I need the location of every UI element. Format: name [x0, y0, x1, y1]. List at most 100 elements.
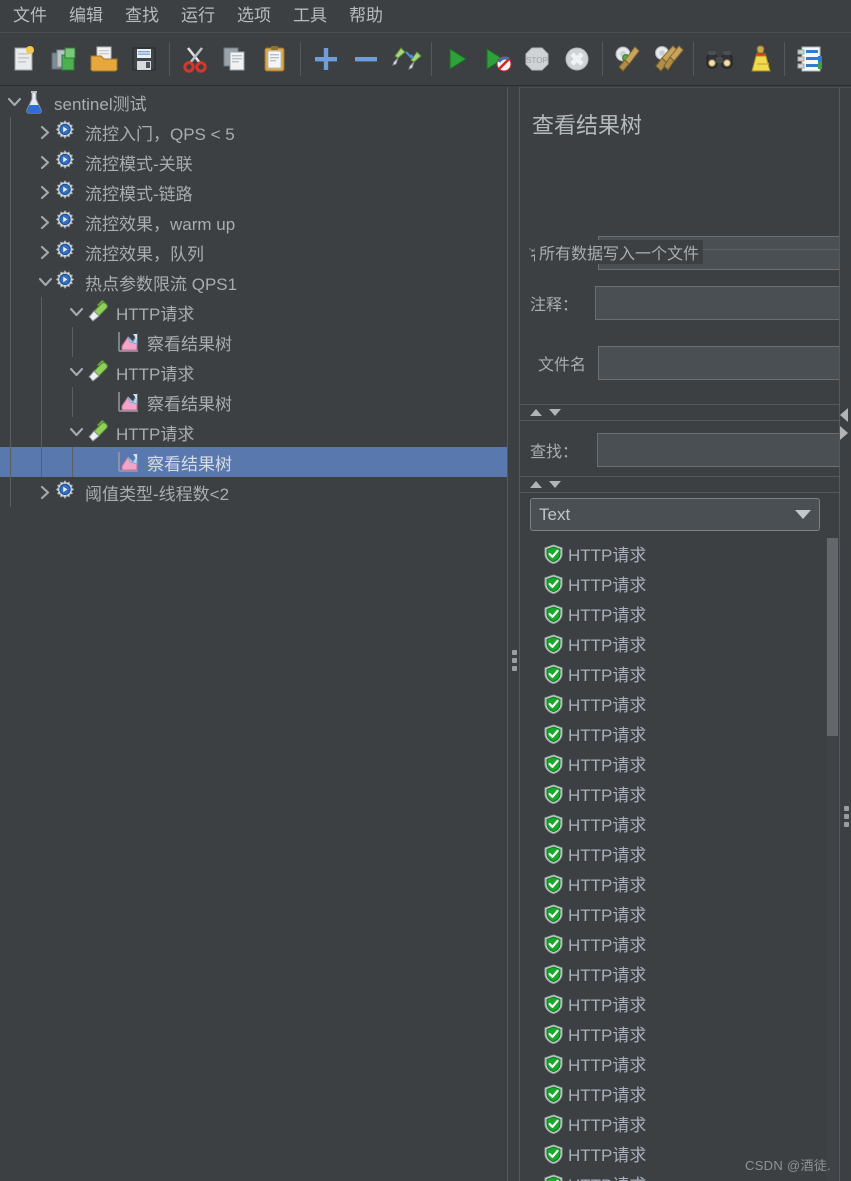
tree-node[interactable]: 察看结果树 [0, 447, 507, 477]
pane-collapse-arrows[interactable] [839, 404, 851, 440]
new-file-button[interactable] [4, 37, 44, 81]
chevron-down-icon[interactable] [66, 297, 84, 327]
svg-text:STOP: STOP [526, 56, 548, 65]
scrollbar-thumb[interactable] [827, 538, 838, 736]
tree-node[interactable]: HTTP请求 [0, 297, 507, 327]
function-helper-button[interactable] [790, 37, 830, 81]
list-item[interactable]: HTTP请求 [520, 718, 825, 748]
open-folder-button[interactable] [84, 37, 124, 81]
list-item[interactable]: HTTP请求 [520, 898, 825, 928]
search-binoculars-button[interactable] [699, 37, 739, 81]
filename-input[interactable] [598, 346, 851, 380]
toolbar-separator [300, 42, 301, 76]
chevron-down-icon[interactable] [66, 357, 84, 387]
list-item[interactable]: HTTP请求 [520, 1048, 825, 1078]
expand-plus-button[interactable] [306, 37, 346, 81]
list-item[interactable]: HTTP请求 [520, 808, 825, 838]
list-item[interactable]: HTTP请求 [520, 778, 825, 808]
collapse-up-icon[interactable] [530, 409, 542, 416]
list-item[interactable]: HTTP请求 [520, 658, 825, 688]
chevron-right-icon[interactable] [35, 147, 53, 177]
renderer-select[interactable]: Text [530, 498, 820, 531]
collapse-down-icon[interactable] [549, 409, 561, 416]
tree-node[interactable]: HTTP请求 [0, 417, 507, 447]
tree-node[interactable]: 阈值类型-线程数<2 [0, 477, 507, 507]
collapse-left-icon[interactable] [840, 408, 848, 422]
collapse-up-icon-2[interactable] [530, 481, 542, 488]
list-item-label: HTTP请求 [568, 1055, 647, 1075]
chevron-right-icon[interactable] [35, 117, 53, 147]
tree-node[interactable]: 察看结果树 [0, 387, 507, 417]
reset-search-broom-button[interactable] [739, 37, 779, 81]
list-item[interactable]: HTTP请求 [520, 928, 825, 958]
list-item[interactable]: HTTP请求 [520, 568, 825, 598]
menu-tools[interactable]: 工具 [282, 3, 338, 30]
results-vertical-splitter[interactable] [839, 88, 851, 1181]
test-plan-tree[interactable]: sentinel测试 流控入门，QPS < 5 流控模式-关联 流控模式-链路 流控效果… [0, 87, 507, 1181]
new-template-icon [49, 44, 79, 74]
clear-gear-broom-button[interactable] [608, 37, 648, 81]
http-sampler-pen-icon [84, 417, 110, 447]
start-no-pause-button[interactable] [477, 37, 517, 81]
chevron-down-icon[interactable] [66, 417, 84, 447]
collapse-down-icon-2[interactable] [549, 481, 561, 488]
menu-search[interactable]: 查找 [114, 3, 170, 30]
menu-options[interactable]: 选项 [226, 3, 282, 30]
list-item[interactable]: HTTP请求 [520, 1108, 825, 1138]
tree-node[interactable]: sentinel测试 [0, 87, 507, 117]
menu-help[interactable]: 帮助 [338, 3, 394, 30]
results-list[interactable]: HTTP请求 HTTP请求 HTTP请求 HTTP请求 HTTP请求 HTTP请求 HTTP… [520, 538, 825, 1181]
tree-node[interactable]: 流控效果，warm up [0, 207, 507, 237]
chevron-right-icon[interactable] [35, 207, 53, 237]
collapse-right-icon[interactable] [840, 426, 848, 440]
list-item[interactable]: HTTP请求 [520, 598, 825, 628]
tree-node[interactable]: 流控模式-关联 [0, 147, 507, 177]
list-item[interactable]: HTTP请求 [520, 538, 825, 568]
menu-run[interactable]: 运行 [170, 3, 226, 30]
toggle-pen-button[interactable] [386, 37, 426, 81]
list-item[interactable]: HTTP请求 [520, 628, 825, 658]
stop-button[interactable]: STOP [517, 37, 557, 81]
new-template-button[interactable] [44, 37, 84, 81]
horizontal-splitter[interactable] [507, 87, 520, 1181]
list-item[interactable]: HTTP请求 [520, 868, 825, 898]
chevron-right-icon[interactable] [35, 237, 53, 267]
tree-node[interactable]: 流控入门，QPS < 5 [0, 117, 507, 147]
tree-node[interactable]: 流控模式-链路 [0, 177, 507, 207]
list-item[interactable]: HTTP请求 [520, 1018, 825, 1048]
copy-button[interactable] [215, 37, 255, 81]
start-play-button[interactable] [437, 37, 477, 81]
chevron-down-icon[interactable] [4, 87, 22, 117]
tree-node[interactable]: 流控效果，队列 [0, 237, 507, 267]
chevron-right-icon[interactable] [35, 477, 53, 507]
chevron-right-icon[interactable] [35, 177, 53, 207]
chevron-down-icon[interactable] [35, 267, 53, 297]
success-shield-icon [544, 784, 563, 805]
save-button[interactable] [124, 37, 164, 81]
list-item[interactable]: HTTP请求 [520, 1078, 825, 1108]
paste-clipboard-button[interactable] [255, 37, 295, 81]
menu-file[interactable]: 文件 [2, 3, 58, 30]
list-item[interactable]: HTTP请求 [520, 958, 825, 988]
collapse-minus-button[interactable] [346, 37, 386, 81]
tree-node[interactable]: HTTP请求 [0, 357, 507, 387]
clear-all-broom-button[interactable] [648, 37, 688, 81]
thread-group-gear-icon [53, 477, 79, 507]
tree-node[interactable]: 热点参数限流 QPS1 [0, 267, 507, 297]
menu-edit[interactable]: 编辑 [58, 3, 114, 30]
list-item[interactable]: HTTP请求 [520, 688, 825, 718]
results-splitbar-top[interactable] [520, 404, 839, 421]
list-item[interactable]: HTTP请求 [520, 748, 825, 778]
tree-node[interactable]: 察看结果树 [0, 327, 507, 357]
results-splitbar-bottom[interactable] [520, 476, 839, 493]
list-item[interactable]: HTTP请求 [520, 838, 825, 868]
search-input[interactable] [597, 433, 851, 467]
shutdown-button[interactable] [557, 37, 597, 81]
results-list-scrollbar[interactable] [826, 538, 839, 1181]
list-item-label: HTTP请求 [568, 545, 647, 565]
list-item-label: HTTP请求 [568, 1171, 646, 1181]
comment-input[interactable] [595, 286, 851, 320]
cut-scissors-button[interactable] [175, 37, 215, 81]
list-item[interactable]: HTTP请求 [520, 988, 825, 1018]
list-item-label: HTTP请求 [568, 755, 647, 775]
